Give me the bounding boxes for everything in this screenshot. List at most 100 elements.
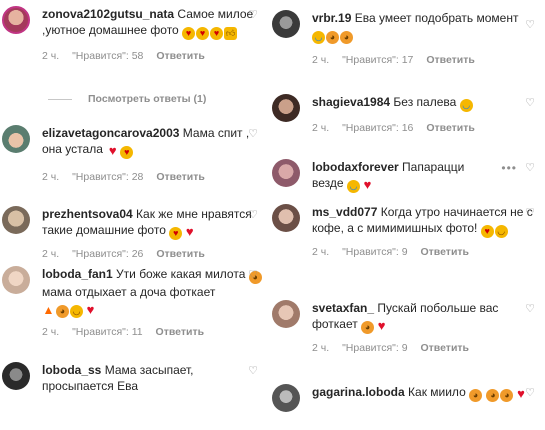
avatar[interactable] <box>272 94 300 122</box>
like-heart-icon[interactable]: ♡ <box>525 18 535 31</box>
comment-text: zonova2102gutsu_nata Самое милое ,уютное… <box>42 7 254 40</box>
cat-emoji-icon: ◕ <box>326 31 339 44</box>
reply-button[interactable]: Ответить <box>156 50 205 62</box>
comment-meta: 2 ч. "Нравится": 9 Ответить <box>312 246 545 258</box>
reply-button[interactable]: Ответить <box>426 54 475 66</box>
comment-item: loboda_fan1 Ути боже какая милота ◕ мама… <box>2 266 268 338</box>
comment-username[interactable]: prezhentsova04 <box>42 207 133 221</box>
avatar[interactable] <box>2 125 30 153</box>
like-heart-icon[interactable]: ♡ <box>525 161 535 174</box>
comment-meta: 2 ч. "Нравится": 16 Ответить <box>312 122 545 134</box>
reply-button[interactable]: Ответить <box>420 342 469 354</box>
comment-username[interactable]: svetaxfan_ <box>312 301 374 315</box>
reply-button[interactable]: Ответить <box>156 326 205 338</box>
like-heart-icon[interactable]: ♡ <box>248 127 258 140</box>
comment-item: gagarina.loboda Как миило ◕ ◕ ◕ ♥ ♡ <box>272 384 545 412</box>
heart-emoji-icon: ♥ <box>377 318 386 333</box>
comment-item: elizavetagoncarova2003 Мама спит , она у… <box>2 125 268 183</box>
reply-button[interactable]: Ответить <box>156 248 205 260</box>
like-heart-icon[interactable]: ♡ <box>525 206 535 219</box>
comment-text: loboda_ss Мама засыпает, просыпается Ева <box>42 363 194 393</box>
comment-item: prezhentsova04 Как же мне нравятся такие… <box>2 206 268 260</box>
heart-emoji-icon: ♥ <box>86 302 95 317</box>
emoji-group: ♥ ◡ <box>480 220 509 238</box>
comment-text: svetaxfan_ Пускай побольше вас фоткает ◕… <box>312 301 499 334</box>
comment-username[interactable]: vrbr.19 <box>312 11 351 25</box>
comment-time: 2 ч. <box>42 171 60 183</box>
emoji-group: ◡ ♥ <box>346 175 375 193</box>
comment-text: prezhentsova04 Как же мне нравятся такие… <box>42 207 252 240</box>
heart-eyes-emoji-icon: ♥ <box>196 27 210 40</box>
like-heart-icon[interactable]: ♡ <box>525 386 535 399</box>
comment-text: shagieva1984 Без палева ◡ <box>312 94 545 112</box>
more-options-icon[interactable]: ••• <box>501 161 517 175</box>
fire-emoji-icon: ▲ <box>42 303 55 317</box>
avatar[interactable] <box>2 266 30 294</box>
avatar[interactable] <box>272 300 300 328</box>
avatar[interactable] <box>272 159 300 187</box>
reply-button[interactable]: Ответить <box>156 171 205 183</box>
comment-likes[interactable]: "Нравится": 9 <box>342 342 407 354</box>
like-heart-icon[interactable]: ♡ <box>525 302 535 315</box>
comment-time: 2 ч. <box>42 50 60 62</box>
thumbs-up-emoji-icon: 👍︎ <box>224 27 238 40</box>
comment-meta: 2 ч. "Нравится": 28 Ответить <box>42 171 268 183</box>
comment-username[interactable]: gagarina.loboda <box>312 385 405 399</box>
laughing-cat-emoji-icon: ◕ <box>56 305 69 318</box>
comment-item: loboda_ss Мама засыпает, просыпается Ева… <box>2 362 268 394</box>
comment-item: shagieva1984 Без палева ◡ 2 ч. "Нравится… <box>272 94 545 134</box>
comment-likes[interactable]: "Нравится": 16 <box>342 122 413 134</box>
laughing-emoji-icon: ◡ <box>312 31 325 44</box>
comment-text: lobodaxforever Папарацци везде ◡ ♥ <box>312 160 465 193</box>
emoji-group: ♥ ♥ <box>169 222 197 240</box>
comment-item: vrbr.19 Ева умеет подобрать момент ◡ ◕ ◕ 2… <box>272 10 545 66</box>
like-heart-icon[interactable]: ♡ <box>525 96 535 109</box>
comment-username[interactable]: zonova2102gutsu_nata <box>42 7 174 21</box>
comment-likes[interactable]: "Нравится": 28 <box>72 171 143 183</box>
laughing-emoji-icon: ◡ <box>346 180 360 193</box>
avatar[interactable] <box>2 362 30 390</box>
comment-text: gagarina.loboda Как миило ◕ ◕ ◕ ♥ <box>312 384 545 403</box>
avatar[interactable] <box>2 206 30 234</box>
comment-username[interactable]: ms_vdd077 <box>312 205 377 219</box>
comment-likes[interactable]: "Нравится": 9 <box>342 246 407 258</box>
heart-eyes-emoji-icon: ♥ <box>210 27 224 40</box>
comment-time: 2 ч. <box>312 342 330 354</box>
avatar[interactable] <box>272 10 300 38</box>
view-replies-button[interactable]: Посмотреть ответы (1) <box>48 93 206 105</box>
reply-button[interactable]: Ответить <box>426 122 475 134</box>
comment-username[interactable]: loboda_ss <box>42 363 101 377</box>
avatar[interactable] <box>2 6 30 34</box>
emoji-group: ♥ ♥ <box>106 141 134 159</box>
comment-likes[interactable]: "Нравится": 11 <box>72 326 143 338</box>
emoji-group: ◕ ♥ <box>361 316 389 334</box>
avatar[interactable] <box>272 204 300 232</box>
heart-eyes-emoji-icon: ♥ <box>480 225 494 238</box>
comment-text: vrbr.19 Ева умеет подобрать момент ◡ ◕ ◕ <box>312 11 519 44</box>
like-heart-icon[interactable]: ♡ <box>248 208 258 221</box>
comment-likes[interactable]: "Нравится": 26 <box>72 248 143 260</box>
comment-username[interactable]: shagieva1984 <box>312 95 390 109</box>
avatar[interactable] <box>272 384 300 412</box>
like-heart-icon[interactable]: ♡ <box>248 364 258 377</box>
comment-meta: 2 ч. "Нравится": 11 Ответить <box>42 326 268 338</box>
comment-username[interactable]: elizavetagoncarova2003 <box>42 126 179 140</box>
divider <box>48 98 72 100</box>
comment-text: ms_vdd077 Когда утро начинается не с коф… <box>312 205 533 238</box>
comment-meta: 2 ч. "Нравится": 17 Ответить <box>312 54 545 66</box>
heart-emoji-icon: ♥ <box>185 224 194 239</box>
comment-item: zonova2102gutsu_nata Самое милое ,уютное… <box>2 6 268 62</box>
comment-likes[interactable]: "Нравится": 17 <box>342 54 413 66</box>
laughing-cat-emoji-icon: ◕ <box>361 321 375 334</box>
comment-time: 2 ч. <box>42 248 60 260</box>
like-heart-icon[interactable]: ♡ <box>248 268 258 281</box>
reply-button[interactable]: Ответить <box>420 246 469 258</box>
emoji-group: ◡ <box>459 94 474 112</box>
heart-eyes-emoji-icon: ♥ <box>120 146 134 159</box>
comment-username[interactable]: loboda_fan1 <box>42 267 113 281</box>
like-heart-icon[interactable]: ♡ <box>248 8 258 21</box>
comment-likes[interactable]: "Нравится": 58 <box>72 50 143 62</box>
heart-emoji-icon: ♥ <box>108 143 117 158</box>
comment-username[interactable]: lobodaxforever <box>312 160 399 174</box>
heart-eyes-emoji-icon: ♥ <box>169 227 183 240</box>
